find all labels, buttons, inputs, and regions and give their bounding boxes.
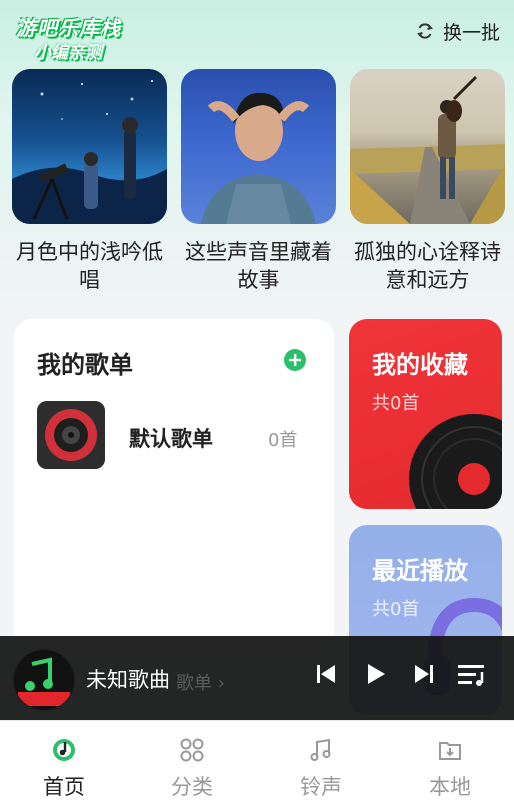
playlist-count: 0首 [268,430,298,451]
refresh-label: 换一批 [442,21,500,44]
recommendation-cover [181,69,336,224]
tab-category[interactable]: 分类 [128,721,256,801]
vinyl-record-icon [409,414,502,509]
app-logo: 游吧乐库栈 小编亲测 [12,10,162,63]
previous-track-icon[interactable] [314,662,338,686]
now-playing-title: 未知歌曲 [86,668,170,692]
mini-player[interactable]: 歌单 › 未知歌曲 [0,636,514,720]
recent-title: 最近播放 [372,557,468,585]
recommendation-card[interactable]: 这些声音里藏着故事 [181,69,336,294]
home-icon [53,739,75,761]
local-icon [439,742,461,760]
add-playlist-icon[interactable] [284,349,306,371]
recommendation-title: 这些声音里藏着故事 [185,240,332,292]
playlist-name: 默认歌单 [129,427,213,451]
tab-label: 本地 [429,775,471,799]
my-playlists-heading: 我的歌单 [37,351,133,379]
logo-line2: 小编亲测 [34,43,102,63]
header: 游吧乐库栈 小编亲测 换一批 [0,0,514,63]
bottom-tab-bar: 首页 分类 铃声 本地 [0,720,514,801]
recommendation-cover [350,69,505,224]
refresh-icon [417,23,433,39]
playlist-item[interactable]: 默认歌单 0首 [37,401,317,469]
refresh-button[interactable]: 换一批 [415,16,500,46]
next-track-icon[interactable] [412,662,436,686]
recommendation-title: 月色中的浅吟低唱 [16,240,163,292]
favorites-card[interactable]: 我的收藏 共0首 [349,319,502,509]
tab-local[interactable]: 本地 [386,721,514,801]
now-playing-artwork [12,648,76,712]
tab-ringtone[interactable]: 铃声 [257,721,385,801]
tab-label: 分类 [171,775,213,799]
ringtone-icon [310,738,331,761]
recommendation-title: 孤独的心诠释诗意和远方 [354,240,501,292]
recommendation-cover [12,69,167,224]
play-icon[interactable] [364,662,388,686]
category-icon [180,738,204,762]
recent-count: 共0首 [372,599,420,620]
recommendation-card[interactable]: 月色中的浅吟低唱 [12,69,167,294]
tab-label: 首页 [43,775,85,799]
tab-home[interactable]: 首页 [0,721,128,801]
recommendation-card[interactable]: 孤独的心诠释诗意和远方 [350,69,505,294]
favorites-title: 我的收藏 [372,351,468,379]
tab-label: 铃声 [300,775,342,799]
playlist-thumbnail [37,401,105,469]
my-playlists-panel: 我的歌单 默认歌单 0首 [14,319,334,649]
recommendation-row: 月色中的浅吟低唱 这些声音里藏着故事 孤独的心诠释诗意和远方 [12,69,505,299]
background-text: 歌单 › [176,673,225,694]
logo-line1: 游吧乐库栈 [16,16,121,40]
playlist-queue-icon[interactable] [456,662,488,688]
